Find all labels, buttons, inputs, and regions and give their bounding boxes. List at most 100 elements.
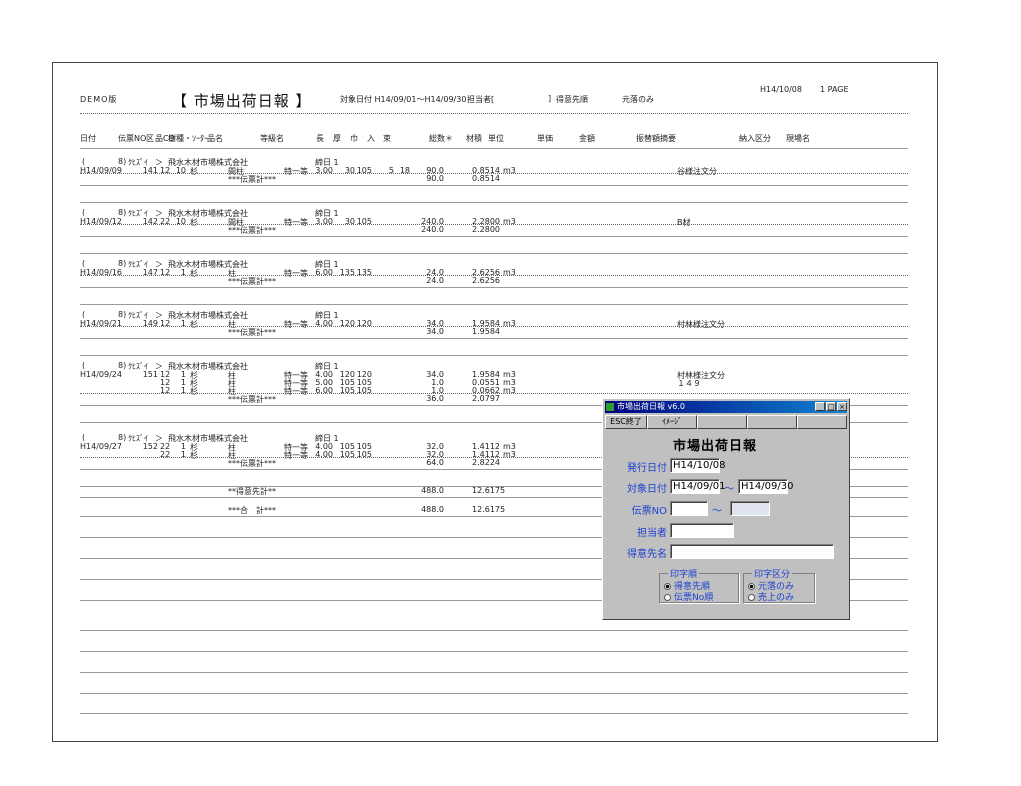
- dialog-heading: 市場出荷日報: [673, 439, 758, 454]
- row-memo: 谷様注文分: [677, 167, 717, 176]
- blank-row-line: [80, 693, 908, 694]
- group-paren: (: [82, 208, 86, 217]
- group-divider: [80, 338, 908, 339]
- column-header: 納入区分: [739, 134, 771, 143]
- column-header: 摘要: [660, 134, 676, 143]
- customer-code: 8): [118, 433, 127, 442]
- grand-total-volume: 12.6175: [472, 505, 506, 514]
- order-label: 得意先順: [556, 95, 588, 104]
- target-date-from-field[interactable]: H14/09/01: [670, 479, 725, 494]
- toolbar-slot-4: [747, 415, 797, 429]
- page-number: 1 PAGE: [820, 85, 849, 94]
- slip-no-tilde: ～: [712, 506, 722, 517]
- column-header: 振替額: [636, 134, 660, 143]
- print-kind-group: 印字区分 元落のみ 売上のみ: [743, 567, 815, 603]
- toolbar-slot-3: [697, 415, 747, 429]
- radio-selected-icon: [748, 583, 755, 590]
- target-date-label: 対象日付: [627, 484, 667, 495]
- dialog-titlebar[interactable]: 市場出荷日報 v6.0 _ □ ×: [605, 401, 847, 413]
- subtotal-volume: 2.2800: [472, 225, 500, 234]
- subtotal-total: 36.0: [426, 394, 444, 403]
- customer-name-field[interactable]: [670, 544, 834, 559]
- column-header: 等級名: [260, 134, 284, 143]
- row-species: 杉: [190, 218, 198, 227]
- app-icon: [606, 403, 614, 411]
- column-header: 材積: [466, 134, 482, 143]
- row-memo: １４９: [677, 379, 701, 388]
- column-header: 巾: [350, 134, 358, 143]
- print-order-slip-radio[interactable]: 伝票No順: [664, 590, 713, 603]
- issue-date-field[interactable]: H14/10/08: [670, 458, 725, 473]
- subtotal-volume: 2.0797: [472, 394, 500, 403]
- customer-total-volume: 12.6175: [472, 486, 506, 495]
- row-grade: 特一等: [284, 269, 308, 278]
- column-header: 長: [316, 134, 324, 143]
- group-divider: [80, 287, 908, 288]
- group-paren: (: [82, 361, 86, 370]
- report-dialog: 市場出荷日報 v6.0 _ □ × ESC終了 ｲﾒｰｼﾞ 市場出荷日報 発行日…: [602, 398, 850, 620]
- blank-row-line: [80, 672, 908, 673]
- customer-name-label: 得意先名: [627, 549, 667, 560]
- row-grade: 特一等: [284, 387, 308, 396]
- customer-code: 8): [118, 208, 127, 217]
- print-kind-sales-radio[interactable]: 売上のみ: [748, 590, 794, 603]
- column-header: 現場名: [786, 134, 810, 143]
- report-title: 【 市場出荷日報 】: [172, 92, 312, 110]
- subtotal-total: 90.0: [426, 174, 444, 183]
- blank-row-line: [80, 630, 908, 631]
- row-species: 杉: [190, 167, 198, 176]
- image-button[interactable]: ｲﾒｰｼﾞ: [647, 415, 697, 429]
- column-header: 樹種・ｿｰﾀｰ: [168, 134, 208, 143]
- close-icon[interactable]: ×: [837, 402, 847, 411]
- slip-no-label: 伝票NO: [631, 506, 667, 517]
- row-species: 杉: [190, 387, 198, 396]
- subtotal-total: 64.0: [426, 458, 444, 467]
- row-memo: B材: [677, 218, 691, 227]
- demo-label: DEMO版: [80, 95, 118, 104]
- toolbar-slot-5: [797, 415, 847, 429]
- row-slip-no: 151: [142, 370, 158, 379]
- target-date: 対象日付 H14/09/01～H14/09/30: [340, 95, 467, 104]
- esc-exit-button[interactable]: ESC終了: [605, 415, 647, 429]
- column-header: 日付: [80, 134, 96, 143]
- row-date: H14/09/27: [80, 442, 122, 451]
- subtotal-label: ***伝票計***: [228, 395, 276, 404]
- row-species: 杉: [190, 320, 198, 329]
- row-grade: 特一等: [284, 320, 308, 329]
- customer-code: 8): [118, 310, 127, 319]
- blank-row-line: [80, 651, 908, 652]
- target-date-tilde: ～: [724, 484, 734, 495]
- maximize-icon[interactable]: □: [826, 402, 836, 411]
- row-species: 杉: [190, 451, 198, 460]
- slip-no-from-field[interactable]: [670, 501, 708, 516]
- column-header: 厚: [333, 134, 341, 143]
- slip-no-to-field[interactable]: [730, 501, 770, 516]
- customer-code: 8): [118, 361, 127, 370]
- subtotal-volume: 2.8224: [472, 458, 500, 467]
- subtotal-total: 24.0: [426, 276, 444, 285]
- group-divider: [80, 236, 908, 237]
- radio-unselected-icon: [748, 594, 755, 601]
- blank-row-line: [80, 713, 908, 714]
- column-header: 単位: [488, 134, 504, 143]
- tanto-field-label: 担当者: [637, 528, 667, 539]
- filter-label: 元落のみ: [622, 95, 654, 104]
- minimize-icon[interactable]: _: [815, 402, 825, 411]
- subtotal-label: ***伝票計***: [228, 459, 276, 468]
- subtotal-total: 34.0: [426, 327, 444, 336]
- subtotal-label: ***伝票計***: [228, 226, 276, 235]
- group-divider: [80, 253, 908, 254]
- subtotal-volume: 1.9584: [472, 327, 500, 336]
- group-paren: (: [82, 310, 86, 319]
- radio-unselected-icon: [664, 594, 671, 601]
- column-header: 区: [146, 134, 154, 143]
- tanto-bracket-close: ]: [548, 94, 552, 103]
- dialog-title: 市場出荷日報 v6.0: [617, 402, 685, 411]
- issue-date-label: 発行日付: [627, 463, 667, 474]
- row-species: 杉: [190, 269, 198, 278]
- column-header: 総数＊: [429, 134, 453, 143]
- target-date-to-field[interactable]: H14/09/30: [738, 479, 793, 494]
- column-header: 入: [367, 134, 375, 143]
- group-divider: [80, 185, 908, 186]
- tanto-field[interactable]: [670, 523, 734, 538]
